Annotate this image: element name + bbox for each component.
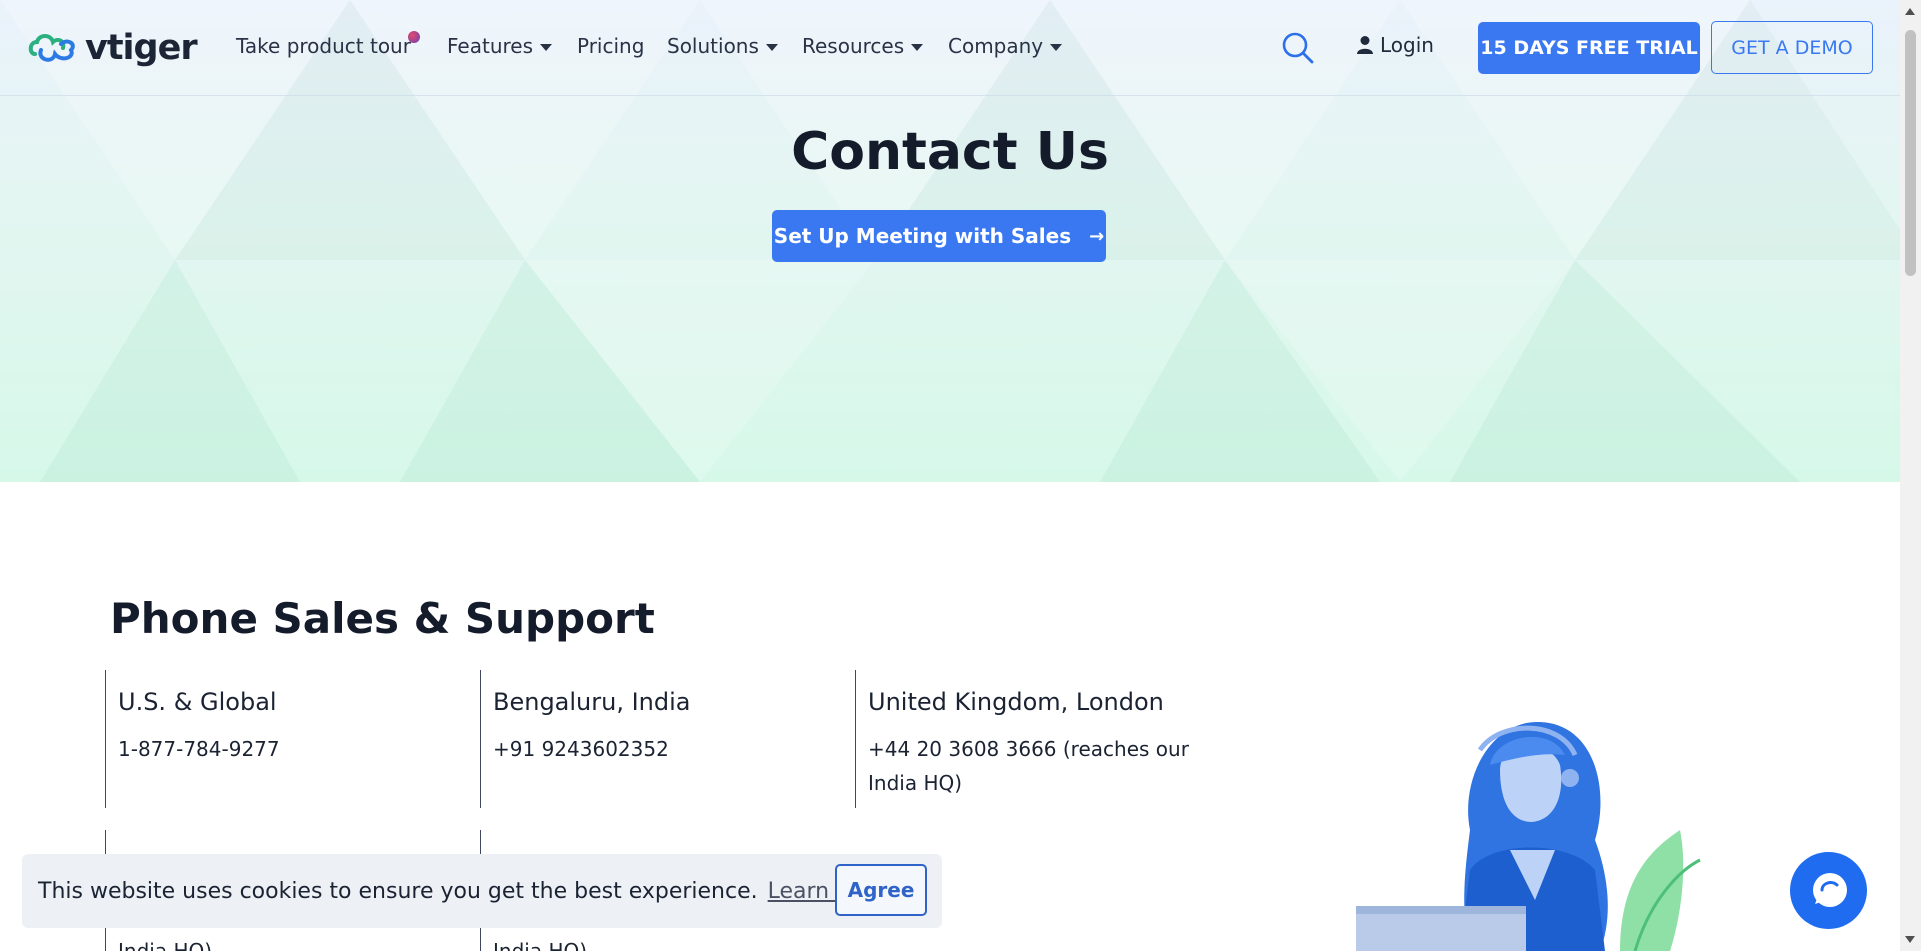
top-navigation: vtiger Take product tour Features Pricin… (0, 0, 1900, 96)
office-phone[interactable]: +91 9243602352 (493, 732, 780, 766)
chat-bubble-icon (1812, 872, 1847, 907)
cookie-banner: This website uses cookies to ensure you … (22, 854, 942, 928)
office-phone: India HQ) (118, 939, 213, 951)
office-us-global: U.S. & Global 1-877-784-9277 (105, 670, 405, 808)
chat-widget-button[interactable] (1790, 852, 1867, 929)
scrollbar-thumb[interactable] (1905, 30, 1916, 276)
office-name: U.S. & Global (118, 688, 277, 716)
nav-link-label: Pricing (577, 34, 645, 58)
new-indicator-dot (408, 31, 420, 43)
logo-wordmark: vtiger (85, 28, 198, 68)
user-icon (1357, 36, 1373, 54)
nav-link-label: Features (447, 34, 533, 58)
get-demo-button[interactable]: GET A DEMO (1711, 21, 1873, 74)
nav-company[interactable]: Company (948, 34, 1063, 58)
nav-link-label: Take product tour (236, 34, 411, 58)
office-phone[interactable]: 1-877-784-9277 (118, 732, 405, 766)
login-link[interactable]: Login (1356, 33, 1434, 57)
nav-solutions[interactable]: Solutions (667, 34, 778, 58)
page-title: Contact Us (791, 122, 1109, 182)
setup-meeting-label: Set Up Meeting with Sales (773, 224, 1072, 248)
nav-features[interactable]: Features (447, 34, 552, 58)
free-trial-button[interactable]: 15 DAYS FREE TRIAL (1478, 22, 1700, 74)
search-button[interactable] (1280, 30, 1316, 66)
login-label: Login (1380, 33, 1434, 57)
vtiger-logo[interactable]: vtiger (27, 26, 198, 70)
arrow-right-icon: → (1089, 225, 1105, 247)
search-icon (1282, 32, 1314, 64)
cookie-message: This website uses cookies to ensure you … (38, 878, 758, 904)
cloud-logo-icon (28, 34, 75, 62)
scroll-up-arrow-icon[interactable] (1905, 8, 1915, 15)
setup-meeting-button[interactable]: Set Up Meeting with Sales → (772, 210, 1106, 262)
nav-link-label: Company (948, 34, 1044, 58)
page-scrollbar[interactable] (1900, 0, 1921, 951)
office-name: Bengaluru, India (493, 688, 691, 716)
office-name: United Kingdom, London (868, 688, 1164, 716)
phone-section-title: Phone Sales & Support (110, 594, 655, 643)
support-agent-illustration (1350, 710, 1770, 951)
nav-link-label: Solutions (667, 34, 759, 58)
cookie-agree-button[interactable]: Agree (835, 864, 927, 916)
nav-resources[interactable]: Resources (802, 34, 924, 58)
caret-down-icon (1050, 43, 1063, 51)
nav-take-product-tour[interactable]: Take product tour (236, 34, 411, 58)
scroll-down-arrow-icon[interactable] (1905, 936, 1915, 943)
office-phone[interactable]: +44 20 3608 3666 (reaches our India HQ) (868, 732, 1208, 800)
caret-down-icon (540, 43, 552, 51)
office-phone: India HQ) (493, 939, 588, 951)
office-london: United Kingdom, London +44 20 3608 3666 … (855, 670, 1215, 808)
nav-pricing[interactable]: Pricing (577, 34, 644, 58)
nav-link-label: Resources (802, 34, 905, 58)
caret-down-icon (765, 43, 778, 51)
caret-down-icon (911, 43, 924, 51)
office-bengaluru: Bengaluru, India +91 9243602352 (480, 670, 780, 808)
